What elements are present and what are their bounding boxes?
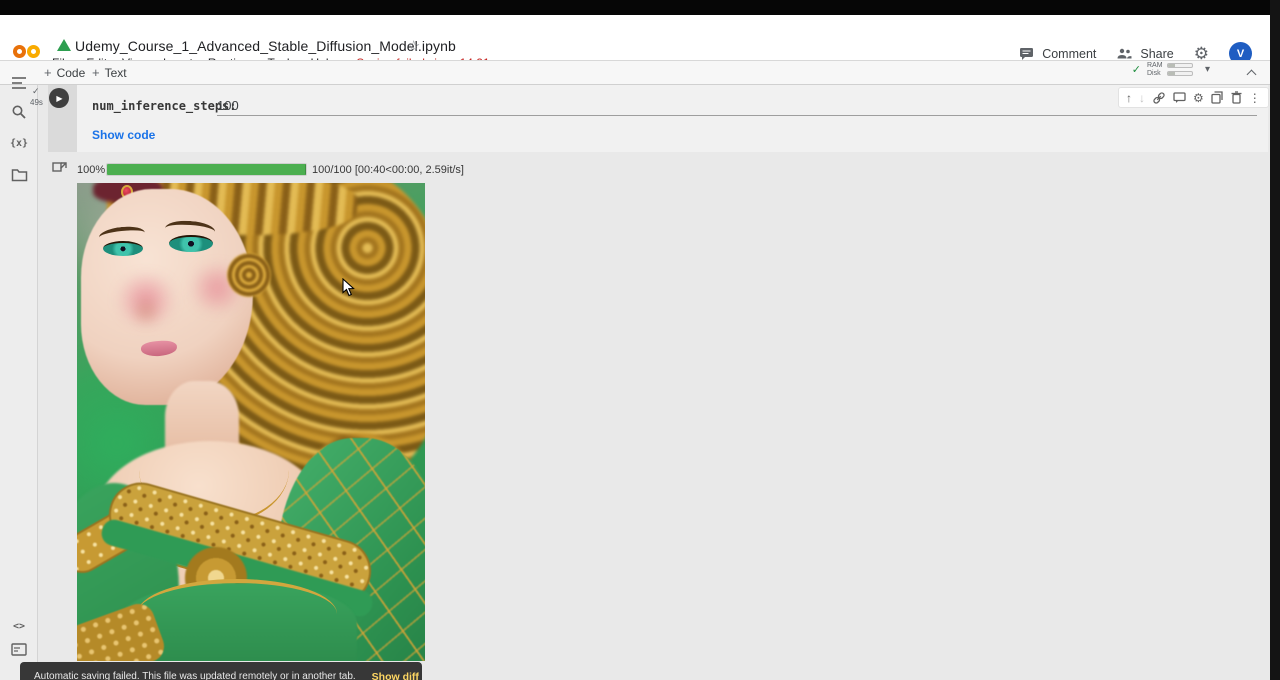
mirror-cell-icon[interactable]	[1211, 91, 1224, 104]
image-layer	[133, 291, 159, 331]
progress-percent: 100%	[77, 164, 105, 176]
files-folder-icon[interactable]	[9, 165, 29, 185]
header: Udemy_Course_1_Advanced_Stable_Diffusion…	[0, 15, 1270, 60]
move-cell-down-icon[interactable]: ↓	[1139, 92, 1145, 104]
autosave-failed-toast: Automatic saving failed. This file was u…	[20, 662, 422, 680]
play-icon: ▶	[56, 94, 62, 103]
show-diff-button[interactable]: Show diff	[372, 671, 419, 680]
toast-message: Automatic saving failed. This file was u…	[34, 671, 356, 680]
search-icon[interactable]	[9, 102, 29, 122]
notebook-title[interactable]: Udemy_Course_1_Advanced_Stable_Diffusion…	[75, 38, 456, 54]
disk-meter	[1167, 71, 1193, 76]
mouse-cursor	[342, 278, 355, 297]
chevron-down-icon[interactable]: ▾	[1205, 64, 1210, 75]
plus-icon: +	[92, 65, 100, 80]
comment-label: Comment	[1042, 47, 1096, 61]
image-layer-eye	[103, 241, 143, 256]
code-snippets-icon[interactable]: <>	[9, 616, 29, 636]
form-field-label: num_inference_steps:	[92, 99, 237, 113]
chevron-up-icon	[1247, 70, 1257, 80]
disk-label: Disk	[1147, 70, 1164, 77]
variables-icon[interactable]: {x}	[9, 133, 29, 153]
show-code-link[interactable]: Show code	[92, 128, 155, 142]
ram-label: RAM	[1147, 62, 1164, 69]
comment-button[interactable]: Comment	[1019, 47, 1096, 61]
add-text-label: Text	[105, 66, 127, 80]
drive-icon	[57, 39, 71, 51]
resources-indicator[interactable]: ✓ RAM Disk ▾	[1132, 62, 1210, 77]
move-cell-up-icon[interactable]: ↑	[1126, 92, 1132, 104]
table-of-contents-icon[interactable]	[9, 73, 29, 93]
cell-settings-gear-icon[interactable]: ⚙	[1193, 92, 1204, 104]
resource-meters: RAM Disk	[1147, 62, 1193, 77]
num-inference-steps-input[interactable]	[217, 96, 1257, 116]
output-indicator-icon[interactable]	[52, 160, 67, 174]
image-layer	[227, 253, 271, 297]
run-cell-button[interactable]: ▶	[49, 88, 69, 108]
progress-bar-fill	[107, 164, 306, 175]
notebook-toolbar: + Code + Text ✓ RAM Disk ▾	[0, 60, 1270, 85]
add-code-label: Code	[57, 66, 86, 80]
copy-link-icon[interactable]	[1152, 91, 1166, 105]
add-code-button[interactable]: + Code	[44, 65, 85, 80]
progress-detail: 100/100 [00:40<00:00, 2.59it/s]	[312, 164, 464, 176]
add-comment-icon[interactable]	[1173, 92, 1186, 104]
image-layer	[137, 579, 337, 649]
connected-check-icon: ✓	[1132, 63, 1141, 76]
ram-meter	[1167, 63, 1193, 68]
cell-toolbar: ↑ ↓ ⚙	[1118, 87, 1269, 108]
colab-window: Udemy_Course_1_Advanced_Stable_Diffusion…	[0, 0, 1280, 680]
screen-right-strip	[1270, 0, 1280, 680]
logo-ring-right	[27, 45, 40, 58]
star-icon[interactable]: ☆	[407, 37, 420, 55]
share-people-icon	[1116, 47, 1133, 60]
plus-icon: +	[44, 65, 52, 80]
comment-icon	[1019, 47, 1035, 61]
progress-bar	[106, 163, 307, 176]
more-options-icon[interactable]: ⋮	[1249, 92, 1261, 104]
execution-time: 49s	[30, 98, 43, 107]
share-label: Share	[1140, 47, 1173, 61]
executed-check-icon: ✓	[32, 86, 40, 97]
logo-ring-left	[13, 45, 26, 58]
share-button[interactable]: Share	[1116, 47, 1173, 61]
terminal-icon[interactable]	[9, 639, 29, 659]
screen-top-strip	[0, 0, 1280, 15]
delete-cell-trash-icon[interactable]	[1231, 91, 1242, 104]
left-sidebar: {x} <>	[0, 85, 38, 680]
generated-image	[77, 183, 425, 661]
add-text-button[interactable]: + Text	[92, 65, 127, 80]
image-layer-eye	[169, 235, 213, 252]
collapse-header-button[interactable]	[1248, 68, 1258, 78]
